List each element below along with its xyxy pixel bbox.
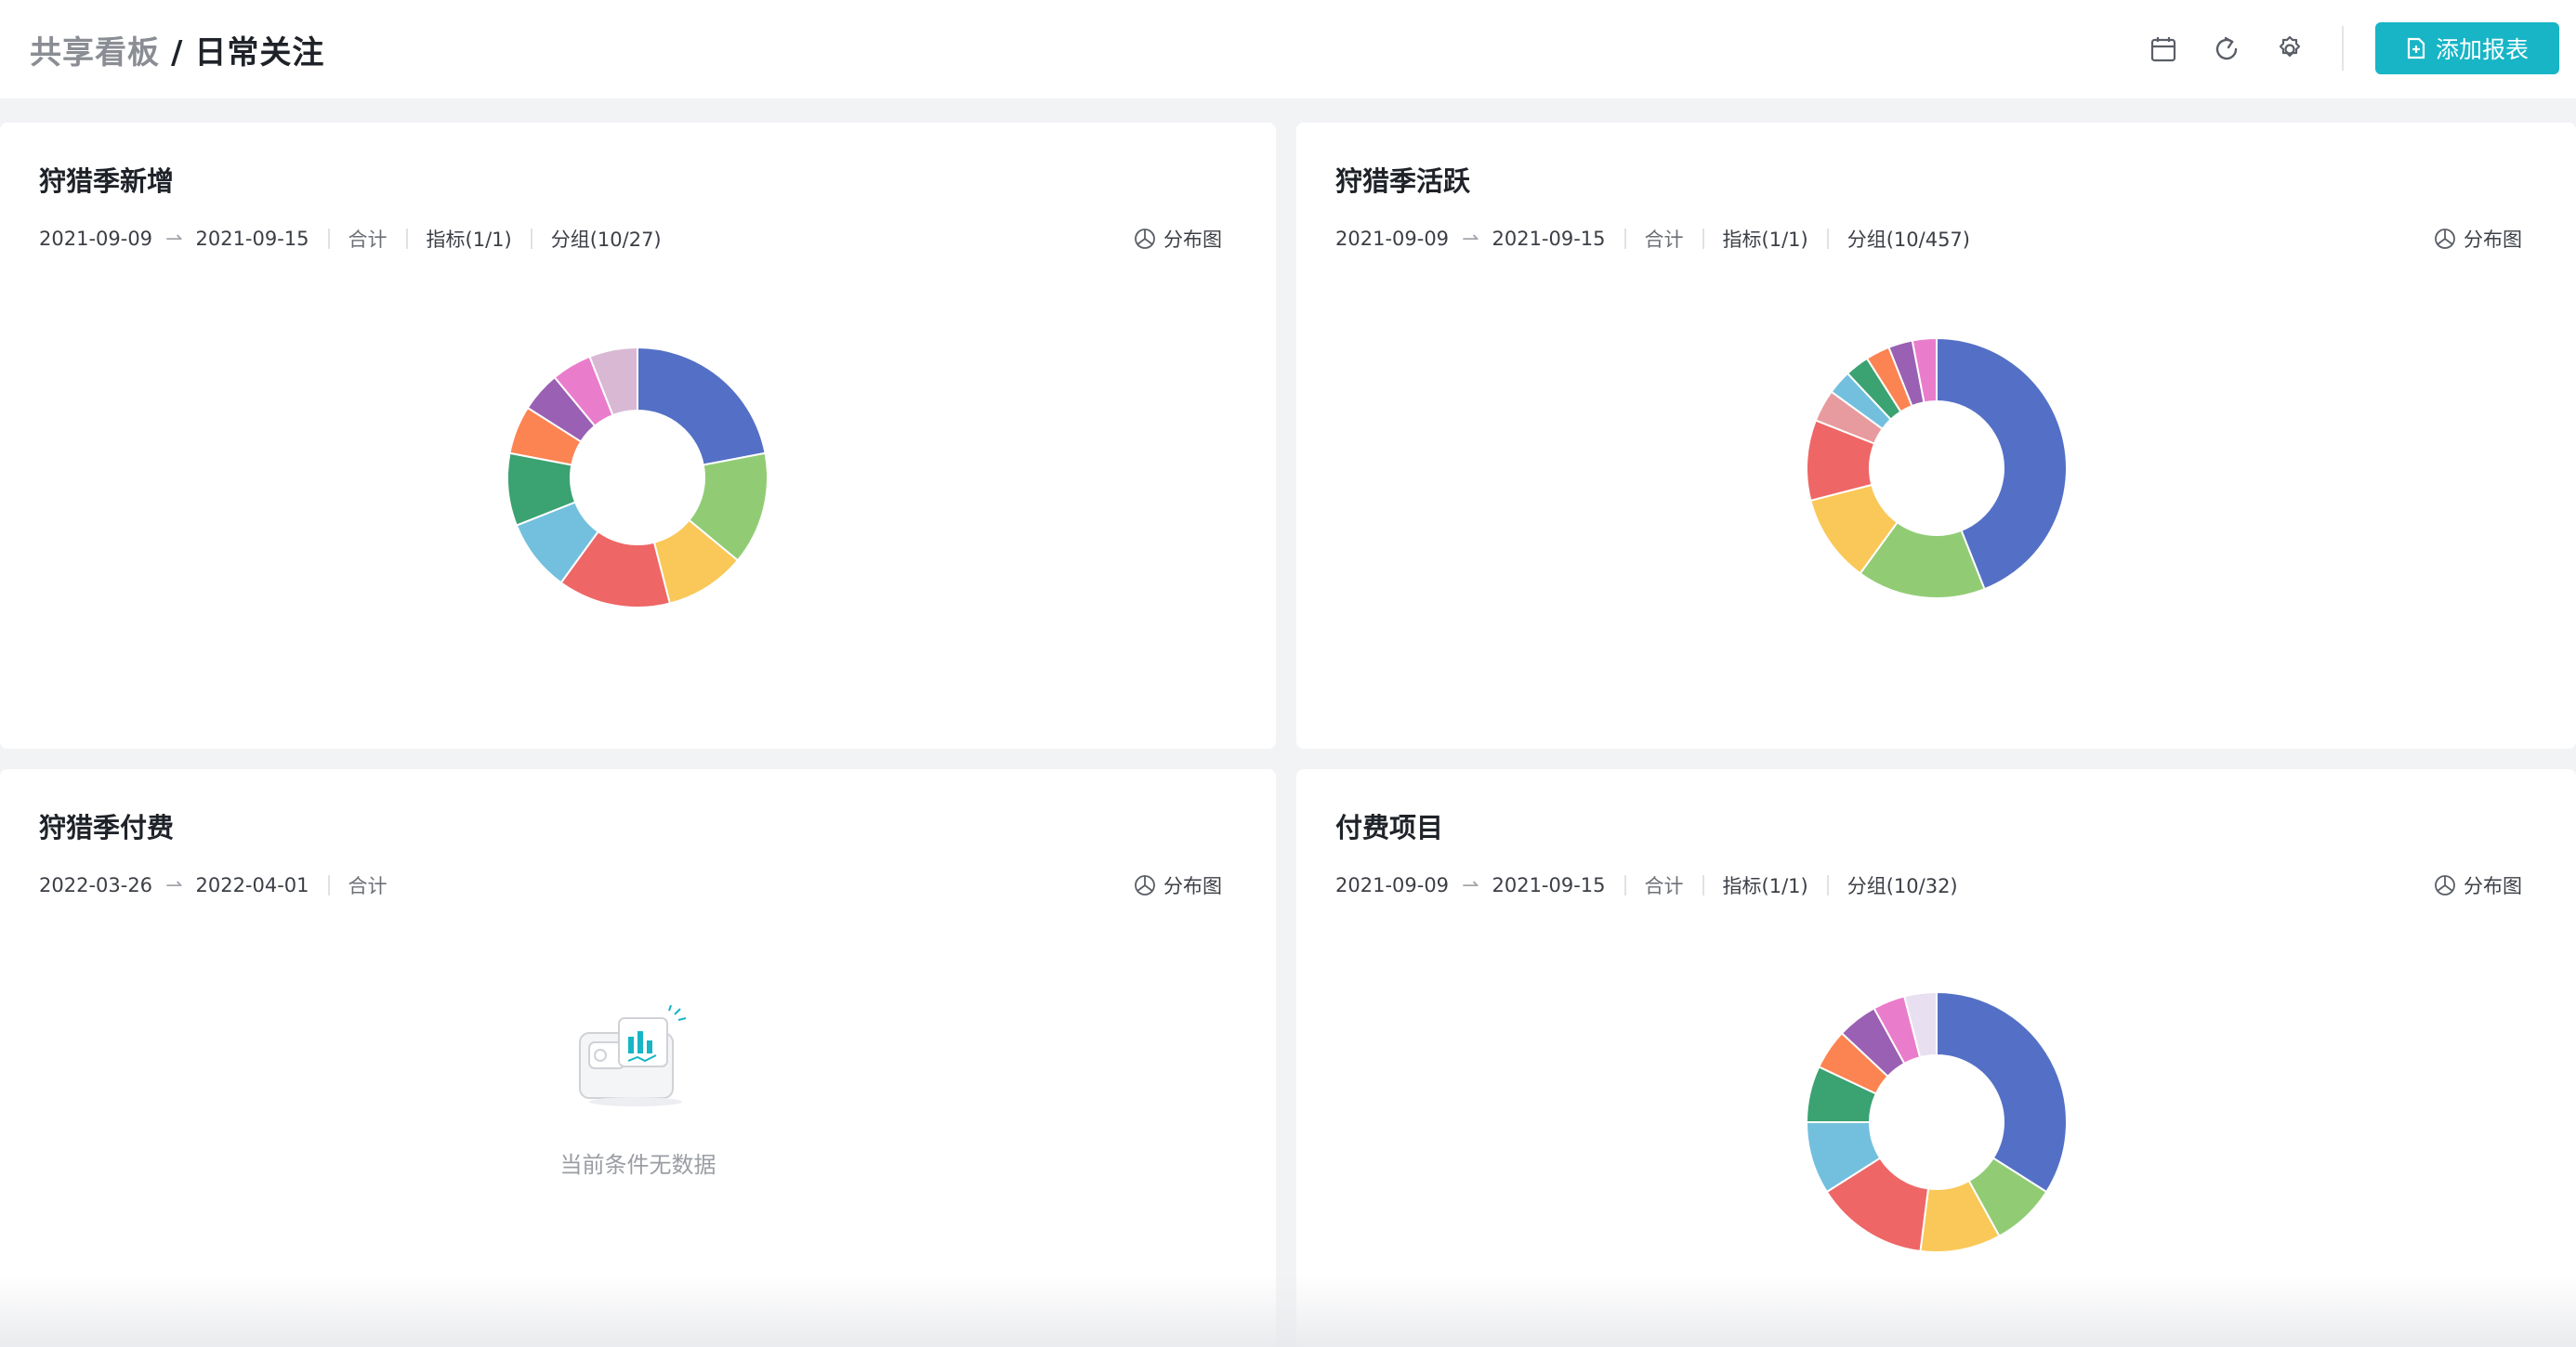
pie-chart-icon	[1135, 229, 1155, 249]
meta-divider	[327, 875, 330, 896]
donut-chart	[1806, 336, 2068, 599]
card-meta: 2021-09-09 ⇀ 2021-09-15 合计 指标(1/1) 分组(10…	[1335, 871, 1958, 899]
aggregate-label[interactable]: 合计	[1645, 225, 1684, 253]
pie-chart-icon	[1135, 875, 1155, 896]
date-range-arrow-icon: ⇀	[1462, 227, 1479, 251]
chart-type-toggle[interactable]: 分布图	[2434, 871, 2522, 899]
aggregate-label[interactable]: 合计	[348, 225, 388, 253]
card-title: 狩猎季付费	[39, 812, 175, 844]
aggregate-label[interactable]: 合计	[348, 871, 388, 899]
breadcrumb-parent[interactable]: 共享看板	[30, 34, 160, 72]
chart-type-toggle[interactable]: 分布图	[2434, 225, 2522, 253]
card-title: 狩猎季活跃	[1335, 165, 1471, 197]
breadcrumb-separator: /	[171, 33, 184, 72]
meta-divider	[1826, 875, 1829, 896]
chart-type-label: 分布图	[2464, 229, 2522, 251]
chart-type-label: 分布图	[2464, 875, 2522, 897]
group-label[interactable]: 分组(10/457)	[1847, 225, 1970, 253]
date-range-arrow-icon: ⇀	[1462, 873, 1479, 897]
chart-type-label: 分布图	[1163, 229, 1222, 251]
chart-type-toggle[interactable]: 分布图	[1134, 871, 1222, 899]
card-title: 付费项目	[1335, 812, 1444, 844]
date-range-arrow-icon: ⇀	[165, 873, 183, 897]
calendar-icon[interactable]	[2145, 31, 2182, 68]
meta-divider	[1702, 875, 1704, 896]
report-card: 狩猎季活跃 2021-09-09 ⇀ 2021-09-15 合计 指标(1/1)…	[1296, 123, 2576, 749]
report-card: 狩猎季新增 2021-09-09 ⇀ 2021-09-15 合计 指标(1/1)…	[0, 123, 1276, 749]
empty-state-illustration	[579, 1005, 687, 1106]
card-meta: 2021-09-09 ⇀ 2021-09-15 合计 指标(1/1) 分组(10…	[39, 225, 662, 253]
date-end[interactable]: 2021-09-15	[1492, 874, 1605, 896]
add-report-icon	[2407, 37, 2425, 59]
chart-type-toggle[interactable]: 分布图	[1134, 225, 1222, 253]
report-card: 付费项目 2021-09-09 ⇀ 2021-09-15 合计 指标(1/1) …	[1296, 769, 2576, 1347]
date-start[interactable]: 2021-09-09	[1335, 874, 1449, 896]
date-end[interactable]: 2022-04-01	[195, 874, 309, 896]
metric-label[interactable]: 指标(1/1)	[427, 225, 512, 253]
group-label[interactable]: 分组(10/32)	[1847, 871, 1958, 899]
meta-divider	[327, 229, 330, 249]
donut-slice-0[interactable]	[1936, 990, 2068, 1194]
report-card: 狩猎季付费 2022-03-26 ⇀ 2022-04-01 合计 分布图 当前条…	[0, 769, 1276, 1347]
chart-type-label: 分布图	[1163, 875, 1222, 897]
add-report-button[interactable]: 添加报表	[2375, 22, 2559, 74]
refresh-icon[interactable]	[2208, 31, 2245, 68]
metric-label[interactable]: 指标(1/1)	[1723, 225, 1808, 253]
meta-divider	[405, 229, 408, 249]
empty-state-text: 当前条件无数据	[559, 1152, 716, 1178]
date-start[interactable]: 2022-03-26	[39, 874, 152, 896]
donut-chart	[1805, 990, 2068, 1253]
donut-chart	[506, 346, 769, 608]
toolbar-divider	[2342, 26, 2344, 71]
page-title: 日常关注	[194, 33, 325, 72]
donut-slice-0[interactable]	[637, 346, 767, 466]
date-end[interactable]: 2021-09-15	[195, 228, 309, 250]
date-end[interactable]: 2021-09-15	[1492, 228, 1605, 250]
pie-chart-icon	[2435, 875, 2455, 896]
top-bar: 共享看板 / 日常关注 添加报表	[0, 0, 2576, 98]
meta-divider	[1623, 875, 1626, 896]
add-report-label: 添加报表	[2435, 36, 2529, 63]
settings-icon[interactable]	[2271, 31, 2308, 68]
card-meta: 2021-09-09 ⇀ 2021-09-15 合计 指标(1/1) 分组(10…	[1335, 225, 1970, 253]
meta-divider	[1826, 229, 1829, 249]
metric-label[interactable]: 指标(1/1)	[1723, 871, 1808, 899]
card-title: 狩猎季新增	[39, 165, 175, 197]
date-start[interactable]: 2021-09-09	[1335, 228, 1449, 250]
date-range-arrow-icon: ⇀	[165, 227, 183, 251]
meta-divider	[1702, 229, 1704, 249]
pie-chart-icon	[2435, 229, 2455, 249]
date-start[interactable]: 2021-09-09	[39, 228, 152, 250]
card-meta: 2022-03-26 ⇀ 2022-04-01 合计	[39, 871, 388, 899]
breadcrumb: 共享看板 / 日常关注	[30, 27, 324, 72]
aggregate-label[interactable]: 合计	[1645, 871, 1684, 899]
group-label[interactable]: 分组(10/27)	[551, 225, 662, 253]
meta-divider	[530, 229, 532, 249]
meta-divider	[1623, 229, 1626, 249]
